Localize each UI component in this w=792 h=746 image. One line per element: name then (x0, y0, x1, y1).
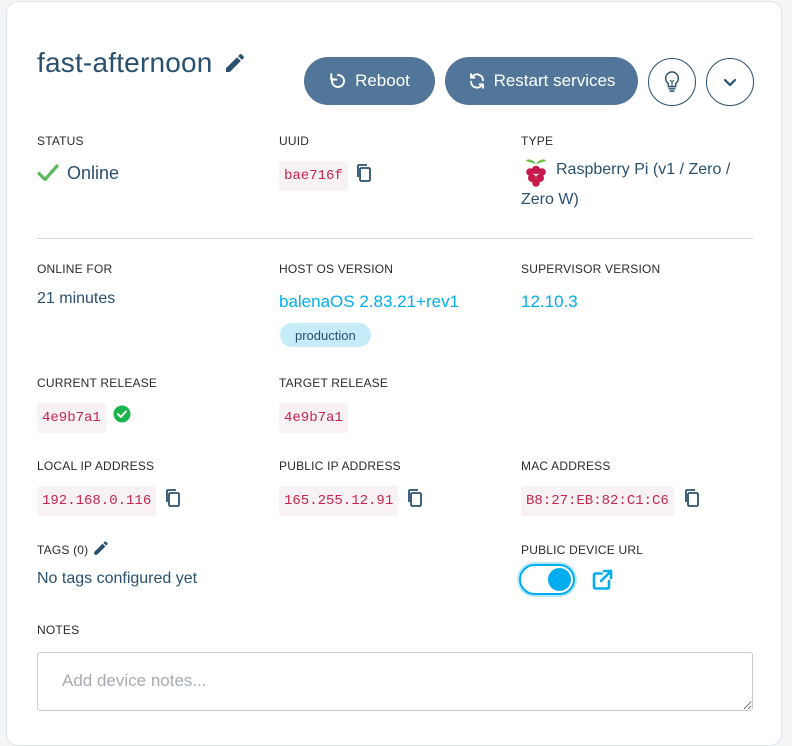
host-os-link[interactable]: balenaOS 2.83.21+rev1 (279, 292, 459, 312)
external-link-icon[interactable] (590, 568, 614, 592)
tags-label: TAGS (0) (37, 543, 89, 557)
type-value-line1: Raspberry Pi (v1 / Zero / (556, 161, 731, 178)
uuid-label: UUID (279, 134, 310, 148)
target-release-value[interactable]: 4e9b7a1 (279, 403, 348, 433)
section-divider (37, 238, 753, 239)
public-ip-value: 165.255.12.91 (279, 486, 399, 516)
restart-services-button[interactable]: Restart services (445, 57, 638, 105)
copy-icon[interactable] (683, 488, 701, 508)
tags-value: No tags configured yet (37, 570, 198, 587)
current-release-label: CURRENT RELEASE (37, 376, 158, 390)
supervisor-link[interactable]: 12.10.3 (521, 292, 578, 312)
more-actions-button[interactable] (706, 58, 754, 106)
reboot-button[interactable]: Reboot (304, 57, 435, 105)
chevron-down-icon (723, 78, 737, 87)
notes-label: NOTES (37, 623, 80, 637)
local-ip-label: LOCAL IP ADDRESS (37, 459, 155, 473)
type-label: TYPE (521, 134, 554, 148)
copy-icon[interactable] (164, 488, 182, 508)
type-value-line2: Zero W) (521, 191, 579, 208)
device-summary-card: fast-afternoon Reboot Restart services S… (6, 1, 782, 746)
raspberry-pi-icon (526, 159, 546, 187)
target-release-label: TARGET RELEASE (279, 376, 389, 390)
local-ip-value: 192.168.0.116 (37, 486, 157, 516)
mac-label: MAC ADDRESS (521, 459, 611, 473)
check-circle-icon (113, 405, 131, 423)
online-for-value: 21 minutes (37, 290, 116, 307)
current-release-value[interactable]: 4e9b7a1 (37, 403, 106, 433)
restart-icon (469, 73, 484, 89)
identify-button[interactable] (648, 58, 696, 106)
lightbulb-icon (664, 71, 680, 92)
online-for-label: ONLINE FOR (37, 262, 113, 276)
device-name: fast-afternoon (37, 47, 213, 78)
host-os-label: HOST OS VERSION (279, 262, 394, 276)
mac-value: B8:27:EB:82:C1:C6 (521, 486, 674, 516)
reboot-icon (330, 73, 346, 88)
copy-icon[interactable] (355, 163, 373, 183)
copy-icon[interactable] (406, 488, 424, 508)
check-icon (37, 164, 59, 182)
public-url-label: PUBLIC DEVICE URL (521, 543, 644, 557)
notes-textarea[interactable] (37, 652, 753, 711)
title-row: fast-afternoon (37, 47, 247, 79)
status-label: STATUS (37, 134, 84, 148)
pencil-icon[interactable] (92, 539, 110, 557)
uuid-value: bae716f (279, 161, 348, 191)
status-value: Online (67, 163, 120, 183)
public-url-toggle[interactable] (519, 564, 575, 595)
os-variant-badge: production (280, 323, 371, 347)
public-ip-label: PUBLIC IP ADDRESS (279, 459, 401, 473)
pencil-icon[interactable] (223, 51, 247, 75)
reboot-label: Reboot (355, 71, 410, 90)
toggle-knob (548, 568, 571, 591)
restart-services-label: Restart services (493, 71, 616, 90)
supervisor-label: SUPERVISOR VERSION (521, 262, 661, 276)
